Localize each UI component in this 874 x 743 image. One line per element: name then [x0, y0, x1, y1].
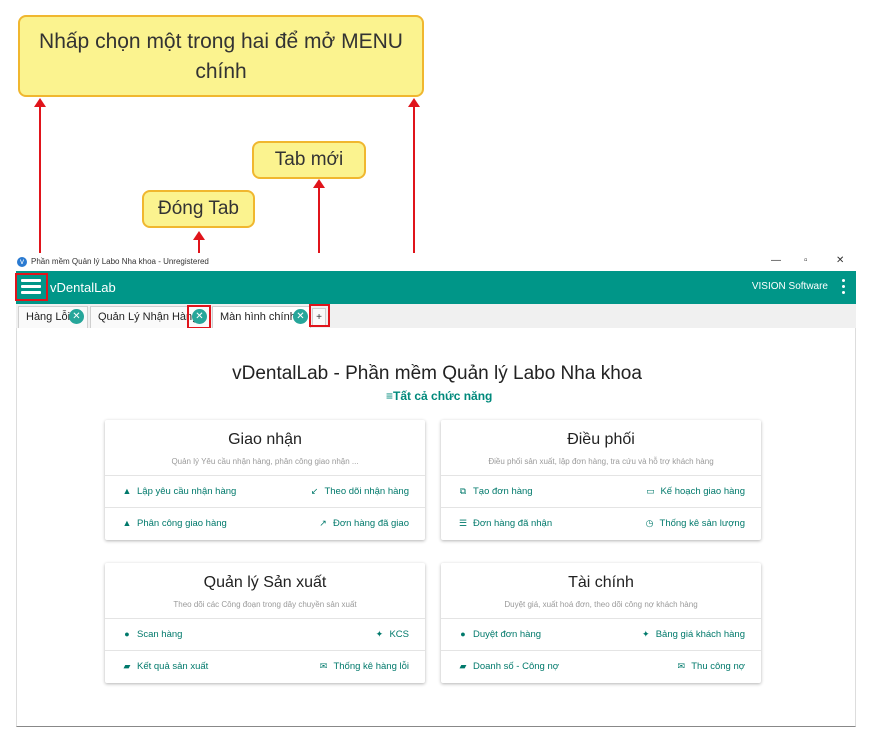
email-icon: ✉ [319, 661, 328, 671]
more-vert-icon[interactable] [842, 279, 846, 295]
card-action-label: Kế hoạch giao hàng [660, 486, 745, 497]
close-tab-icon[interactable]: ✕ [293, 309, 308, 324]
twitter-icon: ✦ [375, 629, 384, 639]
card-dieu-phoi: Điều phối Điều phối sản xuất, lập đơn hàn… [441, 420, 761, 540]
card-action-button[interactable]: ⧉ Tạo đơn hàng [457, 486, 533, 497]
highlight-new-tab [309, 304, 330, 327]
new-tab-callout: Tab mới [252, 141, 366, 179]
tab-label: Hàng Lỗi [26, 311, 71, 323]
card-action-button[interactable]: ✉ Thống kê hàng lỗi [317, 661, 409, 672]
card-title: Tài chính [568, 574, 634, 591]
card-action-label: Lập yêu cầu nhận hàng [137, 486, 237, 497]
card-action-button[interactable]: ▲ Lập yêu cầu nhận hàng [121, 486, 237, 497]
card-divider [441, 650, 761, 651]
card-action-button[interactable]: ✦ Bảng giá khách hàng [640, 629, 745, 640]
card-tai-chinh: Tài chính Duyệt giá, xuất hoá đơn, theo d… [441, 563, 761, 683]
app-logo-icon: v [17, 257, 27, 267]
tab-label: Quản Lý Nhận Hàng [98, 311, 199, 323]
arrow-menu-left [39, 106, 41, 276]
card-title: Quản lý Sản xuất [203, 574, 327, 591]
card-divider [105, 618, 425, 619]
card-action-label: Phân công giao hàng [137, 518, 227, 529]
card-quan-ly-san-xuat: Quản lý Sản xuất Theo dõi các Công đoạn t… [105, 563, 425, 683]
close-tab-callout: Đóng Tab [142, 190, 255, 228]
arrow-menu-left-head [34, 98, 46, 107]
card-divider [441, 507, 761, 508]
close-tab-icon[interactable]: ✕ [69, 309, 84, 324]
card-action-label: Tạo đơn hàng [473, 486, 533, 497]
highlight-menu-icon [15, 273, 48, 301]
email-icon: ✉ [677, 661, 685, 671]
main-menu-callout: Nhấp chọn một trong hai để mở MENU chính [18, 15, 424, 97]
chat-icon: ▰ [459, 661, 467, 671]
card-action-button[interactable]: ▰ Kết quả sản xuất [121, 661, 209, 672]
card-divider [441, 618, 761, 619]
minimize-button[interactable]: — [771, 255, 781, 266]
close-window-button[interactable]: ✕ [836, 255, 844, 266]
maximize-button[interactable]: ▫ [804, 255, 808, 266]
person-icon: ▲ [122, 518, 132, 528]
arrow-close-tab-head [193, 231, 205, 240]
github-icon: ● [124, 629, 130, 639]
card-action-button[interactable]: ◷ Thống kê sản lượng [644, 518, 745, 529]
person-icon: ▲ [122, 486, 132, 496]
card-title: Giao nhận [228, 431, 302, 448]
card-action-label: Thống kê sản lượng [659, 518, 745, 529]
arrow-menu-right-head [408, 98, 420, 107]
card-action-button[interactable]: ● Scan hàng [121, 629, 182, 640]
card-title: Điều phối [567, 431, 635, 448]
card-action-button[interactable]: ✦ KCS [373, 629, 409, 640]
card-action-label: Duyệt đơn hàng [473, 629, 542, 640]
card-action-label: Kết quả sản xuất [137, 661, 209, 672]
card-subtitle: Quản lý Yêu cầu nhận hàng, phân công gia… [171, 457, 359, 466]
window-titlebar: v Phần mềm Quản lý Labo Nha khoa - Unreg… [16, 253, 856, 271]
card-subtitle: Theo dõi các Công đoạn trong dây chuyền … [173, 600, 357, 609]
card-action-button[interactable]: ▲ Phân công giao hàng [121, 518, 227, 529]
card-action-label: Bảng giá khách hàng [655, 629, 745, 640]
card-divider [441, 475, 761, 476]
card-action-label: Đơn hàng đã nhận [473, 518, 553, 529]
card-action-button[interactable]: ● Duyệt đơn hàng [457, 629, 541, 640]
highlight-close-tab [187, 305, 211, 329]
card-action-label: Thống kê hàng lỗi [333, 661, 409, 672]
tab-label: Màn hình chính [220, 311, 296, 323]
chat-icon: ▰ [123, 661, 131, 671]
app-bar: vDentalLab VISION Software [16, 271, 856, 304]
card-divider [105, 650, 425, 651]
app-name: vDentalLab [50, 280, 116, 295]
twitter-icon: ✦ [641, 629, 650, 639]
vendor-name: VISION Software [751, 281, 828, 292]
card-action-label: Doanh số - Công nợ [473, 661, 559, 672]
window-title: Phần mềm Quản lý Labo Nha khoa - Unregis… [31, 257, 209, 266]
list-icon: ☰ [458, 518, 468, 528]
open-in-new-icon: ⧉ [459, 486, 467, 496]
tab-bar: Hàng Lỗi ✕ Quản Lý Nhận Hàng ✕ Màn hình … [16, 304, 856, 329]
card-divider [105, 507, 425, 508]
card-action-label: Scan hàng [137, 629, 183, 640]
clock-icon: ◷ [645, 518, 654, 528]
card-action-button[interactable]: ▰ Doanh số - Công nợ [457, 661, 559, 672]
arrow-northeast-icon: ↗ [319, 518, 327, 528]
card-action-button[interactable]: ↗ Đơn hàng đã giao [317, 518, 409, 529]
card-action-label: KCS [389, 629, 409, 640]
card-action-label: Đơn hàng đã giao [333, 518, 409, 529]
card-subtitle: Duyệt giá, xuất hoá đơn, theo dõi công n… [504, 600, 698, 609]
card-subtitle: Điều phối sản xuất, lập đơn hàng, tra cứ… [488, 457, 714, 466]
card-action-button[interactable]: ▭ Kế hoạch giao hàng [644, 486, 745, 497]
arrow-southwest-icon: ↙ [310, 486, 319, 496]
card-giao-nhan: Giao nhận Quản lý Yêu cầu nhận hàng, phân… [105, 420, 425, 540]
card-action-label: Theo dõi nhận hàng [324, 486, 409, 497]
card-divider [105, 475, 425, 476]
card-action-button[interactable]: ✉ Thu công nợ [675, 661, 745, 672]
page-title: vDentalLab - Phần mềm Quản lý Labo Nha k… [232, 363, 642, 384]
desktop-icon: ▭ [646, 486, 655, 496]
arrow-new-tab-head [313, 179, 325, 188]
card-action-button[interactable]: ↙ Theo dõi nhận hàng [308, 486, 409, 497]
all-functions-link[interactable]: ≡Tất cả chức năng [386, 389, 492, 403]
github-icon: ● [460, 629, 466, 639]
card-action-button[interactable]: ☰ Đơn hàng đã nhận [457, 518, 552, 529]
card-action-label: Thu công nợ [691, 661, 745, 672]
